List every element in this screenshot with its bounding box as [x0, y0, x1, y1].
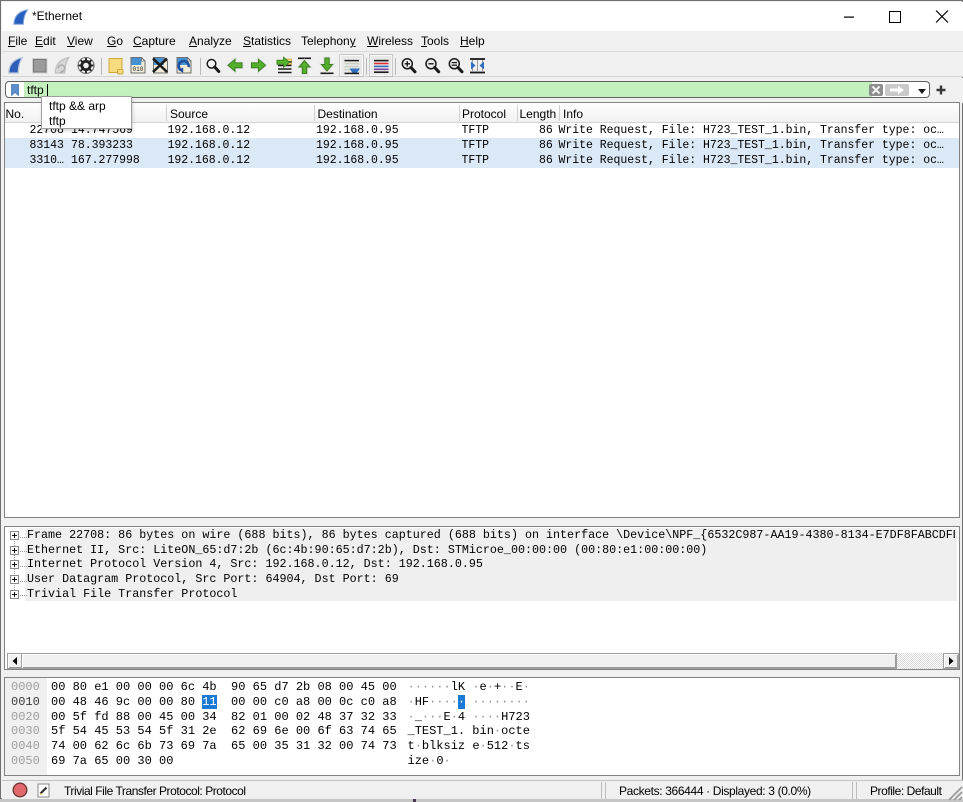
- svg-text:010: 010: [133, 66, 144, 73]
